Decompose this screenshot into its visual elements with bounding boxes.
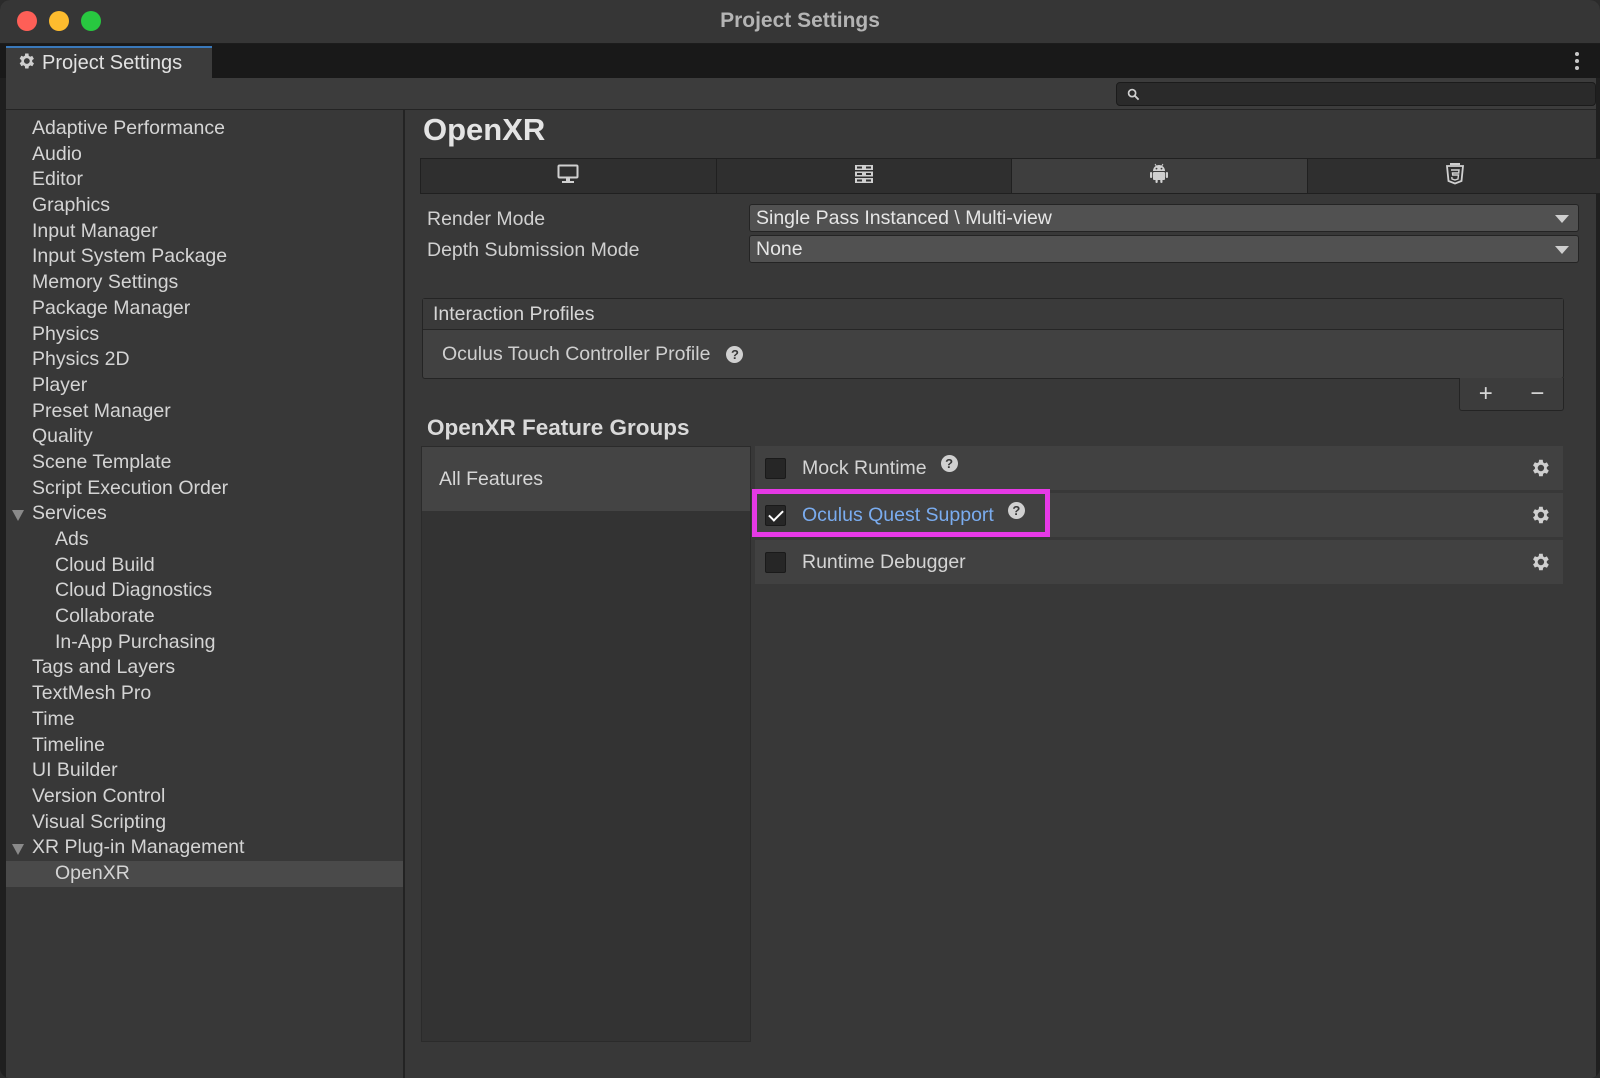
- sidebar-item-time[interactable]: Time: [6, 707, 403, 733]
- html5-icon: [1445, 162, 1464, 190]
- sidebar-item-ads[interactable]: Ads: [6, 527, 403, 553]
- features-list: Mock Runtime ? Oculus Quest Support ? Ru…: [752, 446, 1563, 1042]
- remove-profile-button[interactable]: −: [1530, 380, 1544, 408]
- add-profile-button[interactable]: +: [1479, 380, 1493, 408]
- sidebar-item-tags-and-layers[interactable]: Tags and Layers: [6, 655, 403, 681]
- sidebar-item-preset-manager[interactable]: Preset Manager: [6, 399, 403, 425]
- sidebar-item-player[interactable]: Player: [6, 373, 403, 399]
- sidebar-item-script-execution-order[interactable]: Script Execution Order: [6, 476, 403, 502]
- gear-icon: [16, 51, 36, 76]
- help-icon[interactable]: ?: [726, 346, 744, 363]
- desktop-icon: [557, 164, 579, 189]
- sidebar-item-in-app-purchasing[interactable]: In-App Purchasing: [6, 630, 403, 656]
- interaction-profiles-header: Interaction Profiles: [423, 299, 1563, 330]
- sidebar-item-physics[interactable]: Physics: [6, 322, 403, 348]
- sidebar-item-collaborate[interactable]: Collaborate: [6, 604, 403, 630]
- feature-label: Mock Runtime: [802, 456, 927, 479]
- render-mode-row: Render Mode Single Pass Instanced \ Mult…: [427, 204, 1597, 234]
- sidebar-item-editor[interactable]: Editor: [6, 167, 403, 193]
- gear-icon[interactable]: [1529, 457, 1551, 484]
- depth-submission-value: None: [756, 238, 803, 260]
- feature-label[interactable]: Oculus Quest Support: [802, 504, 994, 527]
- render-mode-value: Single Pass Instanced \ Multi-view: [756, 207, 1052, 229]
- profile-label: Oculus Touch Controller Profile: [442, 343, 711, 365]
- sidebar-item-visual-scripting[interactable]: Visual Scripting: [6, 810, 403, 836]
- sidebar-item-input-manager[interactable]: Input Manager: [6, 219, 403, 245]
- sidebar-item-cloud-build[interactable]: Cloud Build: [6, 553, 403, 579]
- chevron-down-icon: [1555, 246, 1569, 254]
- chevron-down-icon: [1555, 215, 1569, 223]
- window-title: Project Settings: [720, 9, 880, 32]
- android-icon: [1148, 163, 1170, 190]
- settings-sidebar: Adaptive Performance Audio Editor Graphi…: [6, 110, 405, 1078]
- interaction-profiles-list: Interaction Profiles Oculus Touch Contro…: [422, 298, 1564, 379]
- feature-label: Runtime Debugger: [802, 550, 966, 573]
- group-item-all-features[interactable]: All Features: [422, 447, 750, 511]
- title-bar: Project Settings: [0, 0, 1600, 44]
- sidebar-item-version-control[interactable]: Version Control: [6, 784, 403, 810]
- search-input[interactable]: [1116, 82, 1596, 106]
- sidebar-item-quality[interactable]: Quality: [6, 424, 403, 450]
- render-mode-label: Render Mode: [427, 208, 546, 230]
- sidebar-item-physics-2d[interactable]: Physics 2D: [6, 347, 403, 373]
- list-item[interactable]: Oculus Touch Controller Profile ?: [423, 330, 1563, 379]
- mock-runtime-checkbox[interactable]: [765, 457, 786, 479]
- list-footer: + −: [1459, 378, 1564, 411]
- feature-groups-title: OpenXR Feature Groups: [427, 415, 690, 440]
- server-icon: [854, 164, 874, 189]
- gear-icon[interactable]: [1529, 551, 1551, 578]
- sidebar-item-memory-settings[interactable]: Memory Settings: [6, 270, 403, 296]
- expand-arrow-icon[interactable]: [12, 510, 24, 522]
- sidebar-item-openxr[interactable]: OpenXR: [6, 860, 403, 887]
- sidebar-item-audio[interactable]: Audio: [6, 142, 403, 168]
- sidebar-item-timeline[interactable]: Timeline: [6, 733, 403, 759]
- feature-row-runtime-debugger: Runtime Debugger: [755, 540, 1563, 584]
- help-icon[interactable]: ?: [1007, 501, 1025, 519]
- sidebar-item-label: Services: [32, 502, 107, 525]
- depth-submission-row: Depth Submission Mode None: [427, 235, 1597, 265]
- oculus-quest-support-checkbox[interactable]: [765, 504, 786, 526]
- depth-submission-label: Depth Submission Mode: [427, 239, 640, 261]
- openxr-settings-panel: OpenXR Render Mode Single Pass Instanced…: [407, 110, 1600, 1078]
- tab-android[interactable]: [1012, 159, 1308, 193]
- platform-tabs: [420, 158, 1600, 194]
- sidebar-item-adaptive-performance[interactable]: Adaptive Performance: [6, 116, 403, 142]
- sidebar-item-scene-template[interactable]: Scene Template: [6, 450, 403, 476]
- runtime-debugger-checkbox[interactable]: [765, 551, 786, 573]
- depth-submission-dropdown[interactable]: None: [749, 235, 1579, 263]
- feature-row-oculus-quest-support: Oculus Quest Support ?: [755, 493, 1563, 537]
- render-mode-dropdown[interactable]: Single Pass Instanced \ Multi-view: [749, 204, 1579, 232]
- sidebar-item-textmesh-pro[interactable]: TextMesh Pro: [6, 681, 403, 707]
- sidebar-item-cloud-diagnostics[interactable]: Cloud Diagnostics: [6, 578, 403, 604]
- sidebar-item-xr-plugin-management[interactable]: XR Plug-in Management: [6, 835, 403, 861]
- sidebar-item-graphics[interactable]: Graphics: [6, 193, 403, 219]
- sidebar-item-package-manager[interactable]: Package Manager: [6, 296, 403, 322]
- content-area: Adaptive Performance Audio Editor Graphi…: [6, 110, 1600, 1078]
- project-settings-window: Project Settings Project Settings Adapti…: [0, 0, 1600, 1078]
- expand-arrow-icon[interactable]: [12, 844, 24, 856]
- tab-desktop[interactable]: [421, 159, 717, 193]
- feature-groups-list: All Features: [421, 446, 751, 1042]
- toolbar: [6, 78, 1596, 110]
- tab-label: Project Settings: [42, 51, 183, 74]
- page-title: OpenXR: [423, 112, 546, 147]
- sidebar-item-services[interactable]: Services: [6, 501, 403, 527]
- gear-icon[interactable]: [1529, 504, 1551, 531]
- tab-project-settings[interactable]: Project Settings: [6, 46, 212, 78]
- sidebar-item-input-system-package[interactable]: Input System Package: [6, 244, 403, 270]
- tab-dedicated-server[interactable]: [716, 159, 1012, 193]
- help-icon[interactable]: ?: [940, 454, 958, 472]
- more-options-icon[interactable]: [1568, 50, 1586, 72]
- tab-webgl[interactable]: [1307, 159, 1600, 193]
- feature-row-mock-runtime: Mock Runtime ?: [755, 446, 1563, 490]
- tab-strip: Project Settings: [0, 44, 1600, 78]
- search-icon: [1127, 88, 1140, 106]
- sidebar-item-ui-builder[interactable]: UI Builder: [6, 758, 403, 784]
- sidebar-item-label: XR Plug-in Management: [32, 836, 245, 859]
